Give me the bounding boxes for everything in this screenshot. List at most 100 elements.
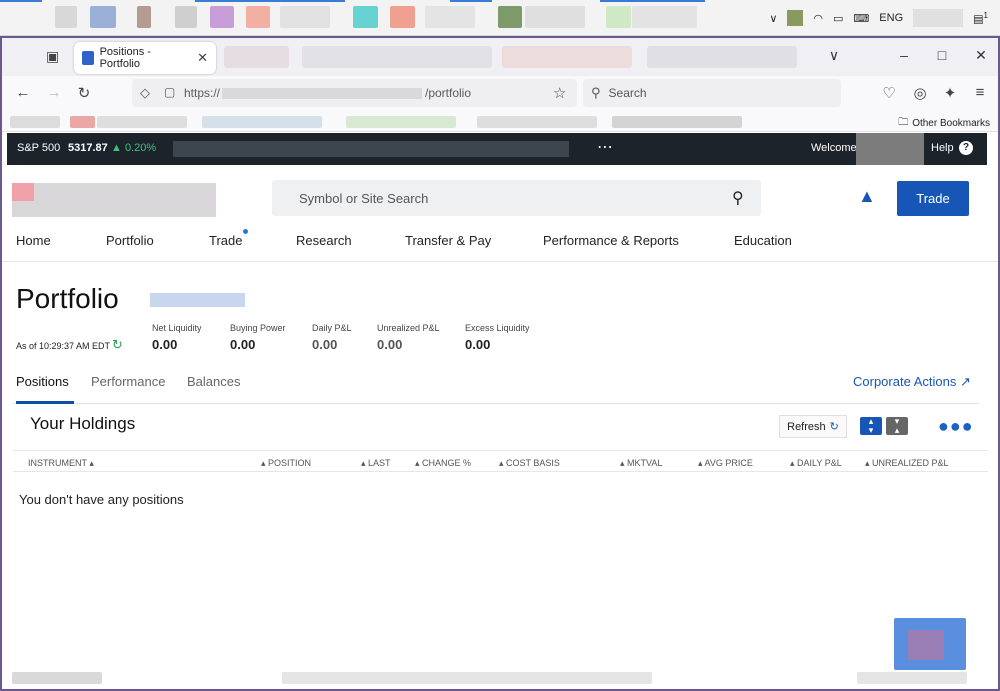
- column-unrealized-pl[interactable]: ▴ UNREALIZED P&L: [865, 458, 949, 469]
- notifications-icon[interactable]: ▤1: [973, 11, 988, 26]
- tab-balances[interactable]: Balances: [187, 374, 240, 389]
- url-bar[interactable]: ◇ ▢ https:// /portfolio ☆: [132, 79, 577, 107]
- other-bookmarks[interactable]: 🗀 Other Bookmarks: [898, 115, 990, 132]
- taskbar-app[interactable]: [55, 6, 77, 28]
- taskbar-app[interactable]: [246, 6, 270, 28]
- nav-transfer-pay[interactable]: Transfer & Pay: [405, 233, 491, 248]
- tab-blurred[interactable]: [502, 46, 632, 68]
- minimize-icon[interactable]: –: [894, 47, 914, 63]
- metric-label: Net Liquidity: [152, 323, 202, 333]
- clock-blurred[interactable]: [913, 9, 964, 27]
- index-value: 5317.87: [68, 142, 108, 154]
- forward-icon[interactable]: →: [44, 84, 64, 101]
- tab-positions[interactable]: Positions: [16, 374, 69, 389]
- site-search-input[interactable]: Symbol or Site Search ⚲: [272, 180, 761, 216]
- help-link[interactable]: Help: [931, 142, 954, 154]
- bookmark-item[interactable]: [202, 116, 322, 128]
- taskbar-app[interactable]: [425, 6, 475, 28]
- index-name[interactable]: S&P 500: [17, 142, 60, 154]
- tab-performance[interactable]: Performance: [91, 374, 165, 389]
- lock-icon[interactable]: ▢: [164, 85, 175, 99]
- nav-research[interactable]: Research: [296, 233, 352, 248]
- taskbar-app[interactable]: [353, 6, 378, 28]
- more-options-icon[interactable]: ●●●: [938, 416, 974, 437]
- tab-overview-icon[interactable]: ▣: [46, 48, 59, 65]
- extensions-icon[interactable]: ✦: [940, 84, 960, 102]
- column-avg-price[interactable]: ▴ AVG PRICE: [698, 458, 753, 469]
- column-last[interactable]: ▴ LAST: [361, 458, 391, 469]
- taskbar-app[interactable]: [606, 6, 631, 28]
- reload-icon[interactable]: ↻: [74, 84, 94, 102]
- column-instrument[interactable]: INSTRUMENT ▴: [28, 458, 94, 469]
- nav-home[interactable]: Home: [16, 233, 51, 248]
- keyboard-icon[interactable]: ⌨: [853, 12, 869, 25]
- tab-positions-portfolio[interactable]: Positions - Portfolio ✕: [74, 42, 216, 74]
- bookmark-item[interactable]: [346, 116, 456, 128]
- language-indicator[interactable]: ENG: [879, 12, 903, 24]
- nav-education[interactable]: Education: [734, 233, 792, 248]
- shield-icon[interactable]: ◇: [140, 85, 150, 101]
- menu-icon[interactable]: ≡: [970, 84, 990, 101]
- taskbar-app[interactable]: [90, 6, 116, 28]
- account-icon[interactable]: ◎: [910, 84, 930, 102]
- battery-icon[interactable]: ▭: [833, 12, 843, 25]
- market-ticker-bar: S&P 500 5317.87 ▲ 0.20% ⋯ Welcome Help ?: [7, 133, 987, 165]
- taskbar-app[interactable]: [175, 6, 197, 28]
- column-label: COST BASIS: [506, 458, 560, 468]
- taskbar-app[interactable]: [137, 6, 151, 28]
- tab-blurred[interactable]: [302, 46, 492, 68]
- taskbar-app[interactable]: [498, 6, 522, 28]
- bell-icon[interactable]: ▲: [858, 186, 876, 207]
- username-blurred[interactable]: [856, 133, 924, 165]
- collapse-all-button[interactable]: ▾ ▴: [886, 417, 908, 435]
- search-icon[interactable]: ⚲: [732, 188, 744, 208]
- bookmark-item[interactable]: [612, 116, 742, 128]
- taskbar-app[interactable]: [390, 6, 415, 28]
- active-tab-indicator: [16, 401, 74, 404]
- bookmark-item[interactable]: [10, 116, 60, 128]
- expand-all-button[interactable]: ▴ ▾: [860, 417, 882, 435]
- nav-performance-reports[interactable]: Performance & Reports: [543, 233, 679, 248]
- nav-trade[interactable]: Trade: [209, 233, 242, 248]
- taskbar-app[interactable]: [525, 6, 585, 28]
- bookmark-item[interactable]: [97, 116, 187, 128]
- taskbar-app[interactable]: [280, 6, 330, 28]
- back-icon[interactable]: ←: [13, 84, 33, 101]
- browser-search-input[interactable]: ⚲ Search: [583, 79, 841, 107]
- close-window-icon[interactable]: ✕: [971, 47, 991, 64]
- trade-button[interactable]: Trade: [897, 181, 969, 216]
- column-daily-pl[interactable]: ▴ DAILY P&L: [790, 458, 842, 469]
- column-cost-basis[interactable]: ▴ COST BASIS: [499, 458, 560, 469]
- chat-widget-button[interactable]: [894, 618, 966, 670]
- chevron-down-icon[interactable]: ∨: [824, 47, 844, 64]
- star-icon[interactable]: ☆: [553, 84, 566, 102]
- taskbar-app[interactable]: [210, 6, 234, 28]
- maximize-icon[interactable]: □: [932, 47, 952, 63]
- tab-blurred[interactable]: [224, 46, 289, 68]
- tray-app-icon[interactable]: [787, 10, 804, 26]
- footer-blurred: [857, 672, 967, 684]
- column-change-pct[interactable]: ▴ CHANGE %: [415, 458, 471, 469]
- nav-portfolio[interactable]: Portfolio: [106, 233, 154, 248]
- refresh-icon[interactable]: ↻: [112, 337, 123, 353]
- tab-blurred[interactable]: [647, 46, 797, 68]
- taskbar-app[interactable]: [632, 6, 697, 28]
- pocket-icon[interactable]: ♡: [879, 84, 899, 102]
- metric-label: Unrealized P&L: [377, 323, 440, 333]
- help-icon[interactable]: ?: [959, 141, 973, 155]
- account-id-blurred[interactable]: [150, 293, 245, 307]
- wifi-icon[interactable]: ◠: [813, 12, 823, 25]
- close-tab-icon[interactable]: ✕: [197, 50, 208, 66]
- bookmark-item[interactable]: [477, 116, 597, 128]
- site-logo[interactable]: [12, 183, 216, 217]
- corporate-actions-label: Corporate Actions: [853, 374, 957, 389]
- taskbar-indicator: [0, 0, 42, 2]
- refresh-button[interactable]: Refresh ↻: [779, 415, 847, 438]
- chevron-down-icon[interactable]: ∨: [769, 12, 777, 25]
- more-horizontal-icon[interactable]: ⋯: [597, 137, 613, 157]
- column-mktval[interactable]: ▴ MKTVAL: [620, 458, 662, 469]
- column-position[interactable]: ▴ POSITION: [261, 458, 311, 469]
- corporate-actions-link[interactable]: Corporate Actions ↗: [853, 374, 971, 390]
- metric-label: Buying Power: [230, 323, 286, 333]
- bookmark-item[interactable]: [70, 116, 95, 128]
